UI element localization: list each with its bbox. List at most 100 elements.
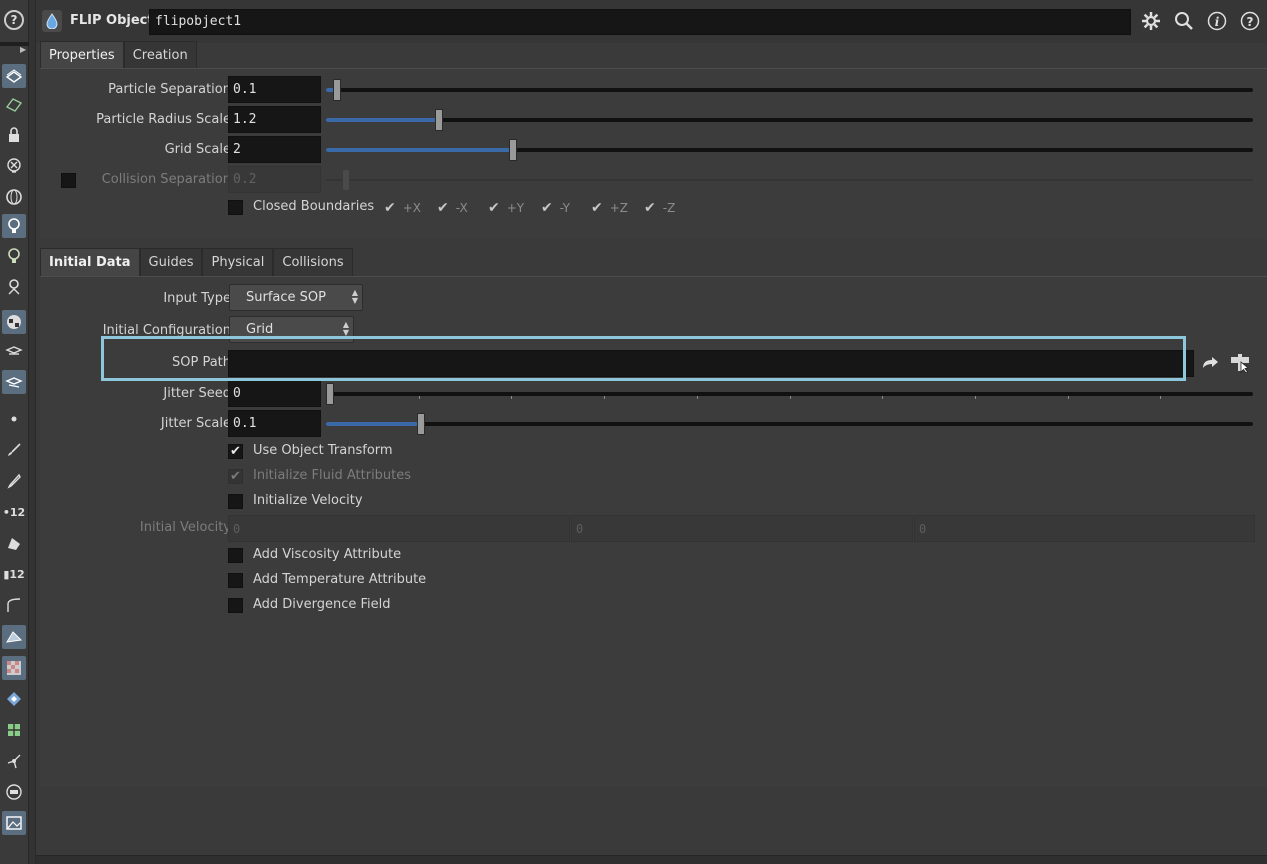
help-icon[interactable]: ? <box>1239 10 1261 32</box>
boundary-plus-z[interactable]: ✔ +Z <box>591 200 628 216</box>
diamond-icon[interactable] <box>2 687 26 711</box>
minus-icon[interactable] <box>2 780 26 804</box>
slider-tick <box>789 396 791 399</box>
light-probe-icon[interactable] <box>2 275 26 299</box>
curve-icon[interactable] <box>2 593 26 617</box>
add-temperature-attribute-checkbox[interactable] <box>228 573 243 588</box>
template-icon[interactable] <box>2 92 26 116</box>
chevron-down-icon: ▼ <box>351 296 358 305</box>
number-paint-icon[interactable]: ▮12 <box>2 562 26 586</box>
particle-radius-scale-slider[interactable] <box>326 109 1253 131</box>
closed-boundaries-checkbox[interactable] <box>228 200 243 215</box>
boundary-minus-z[interactable]: ✔ -Z <box>644 200 675 216</box>
info-icon[interactable]: i <box>1206 10 1228 32</box>
light-icon[interactable] <box>2 214 26 238</box>
collision-separation-toggle[interactable] <box>61 173 76 188</box>
input-type-menu[interactable]: Surface SOP ▲ ▼ <box>229 284 363 311</box>
grid-scale-field[interactable]: 2 <box>228 136 321 163</box>
slider-track <box>326 118 1253 122</box>
left-toolbar: ? ▶ •12 ▮12 <box>0 0 29 864</box>
axis-label: +X <box>402 201 422 215</box>
slider-handle[interactable] <box>333 79 342 101</box>
jitter-seed-field[interactable]: 0 <box>228 380 321 407</box>
initialize-fluid-attributes-label: Initialize Fluid Attributes <box>253 468 412 483</box>
ghost-icon[interactable] <box>2 154 26 178</box>
camera-view-icon[interactable] <box>2 370 26 394</box>
slider-tick <box>882 396 884 399</box>
add-divergence-field-label: Add Divergence Field <box>253 597 391 612</box>
node-name-field[interactable]: flipobject1 <box>149 9 1131 35</box>
add-viscosity-attribute-checkbox[interactable] <box>228 548 243 563</box>
jitter-seed-slider[interactable] <box>326 383 1253 405</box>
operator-chooser-icon[interactable] <box>1229 352 1251 374</box>
jitter-scale-label: Jitter Scale <box>160 416 231 431</box>
axis-label: +Z <box>609 201 629 215</box>
input-type-label: Input Type <box>163 291 231 306</box>
tab-physical[interactable]: Physical <box>202 248 274 276</box>
slider-tick <box>1067 396 1069 399</box>
bulb-icon[interactable] <box>2 244 26 268</box>
initialize-velocity-checkbox[interactable] <box>228 494 243 509</box>
svg-text:?: ? <box>1247 15 1254 29</box>
grid-icon[interactable] <box>2 718 26 742</box>
expand-arrow-icon[interactable]: ▶ <box>20 45 26 54</box>
jitter-scale-field[interactable]: 0.1 <box>228 410 321 437</box>
boundary-plus-y[interactable]: ✔ +Y <box>488 200 524 216</box>
tab-initial-data[interactable]: Initial Data <box>40 248 140 276</box>
help-icon[interactable]: ? <box>4 10 24 30</box>
brush-icon[interactable] <box>2 438 26 462</box>
slider-handle[interactable] <box>435 109 444 131</box>
svg-text:i: i <box>1215 15 1220 29</box>
material-icon[interactable] <box>2 310 26 334</box>
slider-handle[interactable] <box>416 413 425 435</box>
particle-separation-label: Particle Separation <box>108 82 231 97</box>
search-icon[interactable] <box>1173 10 1195 32</box>
tab-creation[interactable]: Creation <box>123 41 197 69</box>
add-divergence-field-checkbox[interactable] <box>228 598 243 613</box>
camera-icon[interactable] <box>2 339 26 363</box>
jump-to-operator-icon[interactable] <box>1199 353 1221 375</box>
lock-icon[interactable] <box>2 123 26 147</box>
slider-tick <box>511 396 513 399</box>
check-icon: ✔ <box>230 444 241 459</box>
jitter-scale-slider[interactable] <box>326 413 1253 435</box>
particle-radius-scale-label: Particle Radius Scale <box>96 112 231 127</box>
particle-separation-slider[interactable] <box>326 79 1253 101</box>
slider-handle <box>342 169 350 191</box>
boundary-minus-y[interactable]: ✔ -Y <box>541 200 570 216</box>
boundary-minus-x[interactable]: ✔ -X <box>437 200 468 216</box>
slider-fill <box>326 118 438 122</box>
checker-icon[interactable] <box>2 656 26 680</box>
display-icon[interactable] <box>2 64 26 88</box>
tab-properties[interactable]: Properties <box>40 41 124 69</box>
paint-icon[interactable] <box>2 531 26 555</box>
slider-fill <box>326 422 419 426</box>
axis-label: -X <box>455 201 468 215</box>
collision-separation-slider <box>326 169 1253 191</box>
slider-handle[interactable] <box>326 383 334 405</box>
grid-scale-slider[interactable] <box>326 139 1253 161</box>
pen-icon[interactable] <box>2 469 26 493</box>
number-tool-icon[interactable]: •12 <box>2 500 26 524</box>
slider-handle[interactable] <box>509 139 518 161</box>
particle-separation-field[interactable]: 0.1 <box>228 76 321 103</box>
particle-radius-scale-field[interactable]: 1.2 <box>228 106 321 133</box>
image-icon[interactable] <box>2 811 26 835</box>
jitter-seed-label: Jitter Seed <box>163 386 231 401</box>
panel-splitter[interactable] <box>29 0 36 864</box>
sphere-icon[interactable] <box>2 185 26 209</box>
node-icon[interactable] <box>2 749 26 773</box>
check-icon: ✔ <box>230 469 241 484</box>
slider-tick <box>696 396 698 399</box>
bottom-tab-bar: Initial Data Guides Physical Collisions <box>40 248 353 276</box>
tab-collisions[interactable]: Collisions <box>273 248 353 276</box>
use-object-transform-checkbox[interactable]: ✔ <box>228 444 243 459</box>
check-icon: ✔ <box>644 200 656 216</box>
surface-icon[interactable] <box>2 625 26 649</box>
point-icon[interactable] <box>2 407 26 431</box>
gear-icon[interactable] <box>1140 10 1162 32</box>
tab-guides[interactable]: Guides <box>139 248 203 276</box>
boundary-plus-x[interactable]: ✔ +X <box>384 200 421 216</box>
axis-label: +Y <box>506 201 525 215</box>
collision-separation-label: Collision Separation <box>101 172 231 187</box>
